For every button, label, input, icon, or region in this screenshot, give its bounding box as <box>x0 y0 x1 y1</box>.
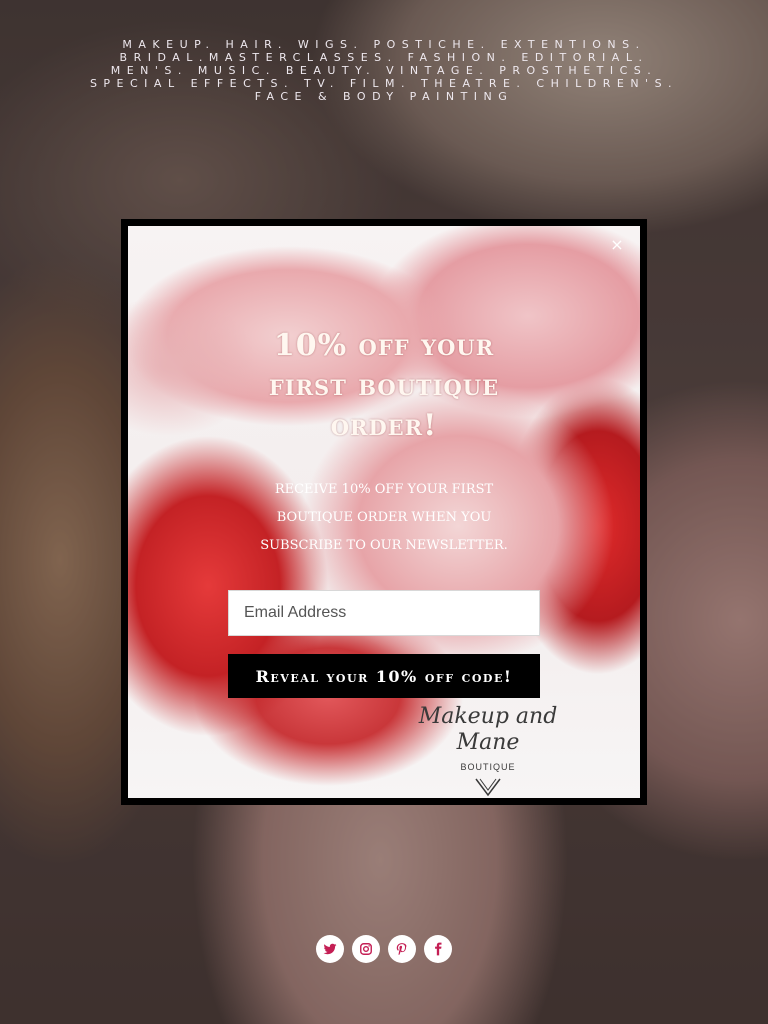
instagram-icon <box>360 943 372 955</box>
logo-subtext: BOUTIQUE <box>460 762 516 772</box>
popup-heading-line: 10% off your <box>273 328 495 363</box>
services-line: makeup. hair. wigs. postiche. extentions… <box>122 38 646 51</box>
facebook-link[interactable] <box>424 935 452 963</box>
services-line: men's. music. beauty. vintage. prostheti… <box>110 64 658 77</box>
popup-heading-line: first boutique <box>268 368 500 403</box>
facebook-icon <box>435 942 442 956</box>
close-button[interactable]: × <box>608 236 626 254</box>
pinterest-icon <box>396 943 407 955</box>
logo-chevron-icon <box>475 778 501 797</box>
twitter-icon <box>323 943 337 955</box>
popup-subtext: Receive 10% off your first boutique orde… <box>260 482 508 553</box>
logo-text: Makeup and Mane <box>418 704 558 755</box>
popup-content: × 10% off your first boutique order! Rec… <box>128 226 640 798</box>
services-line: bridal.masterclasses. fashion. editorial… <box>119 51 649 64</box>
newsletter-popup: × 10% off your first boutique order! Rec… <box>121 219 647 805</box>
services-list: makeup. hair. wigs. postiche. extentions… <box>0 38 768 103</box>
instagram-link[interactable] <box>352 935 380 963</box>
social-links <box>316 935 452 963</box>
pinterest-link[interactable] <box>388 935 416 963</box>
popup-heading-line: order! <box>330 408 438 443</box>
popup-heading: 10% off your first boutique order! <box>128 326 640 446</box>
boutique-logo: Makeup and Mane BOUTIQUE <box>388 704 588 798</box>
services-line: special effects. tv. film. theatre. chil… <box>89 77 679 90</box>
reveal-code-button[interactable]: Reveal your 10% off code! <box>228 654 540 698</box>
twitter-link[interactable] <box>316 935 344 963</box>
email-field[interactable] <box>228 590 540 636</box>
services-line: face & body painting <box>254 90 514 103</box>
